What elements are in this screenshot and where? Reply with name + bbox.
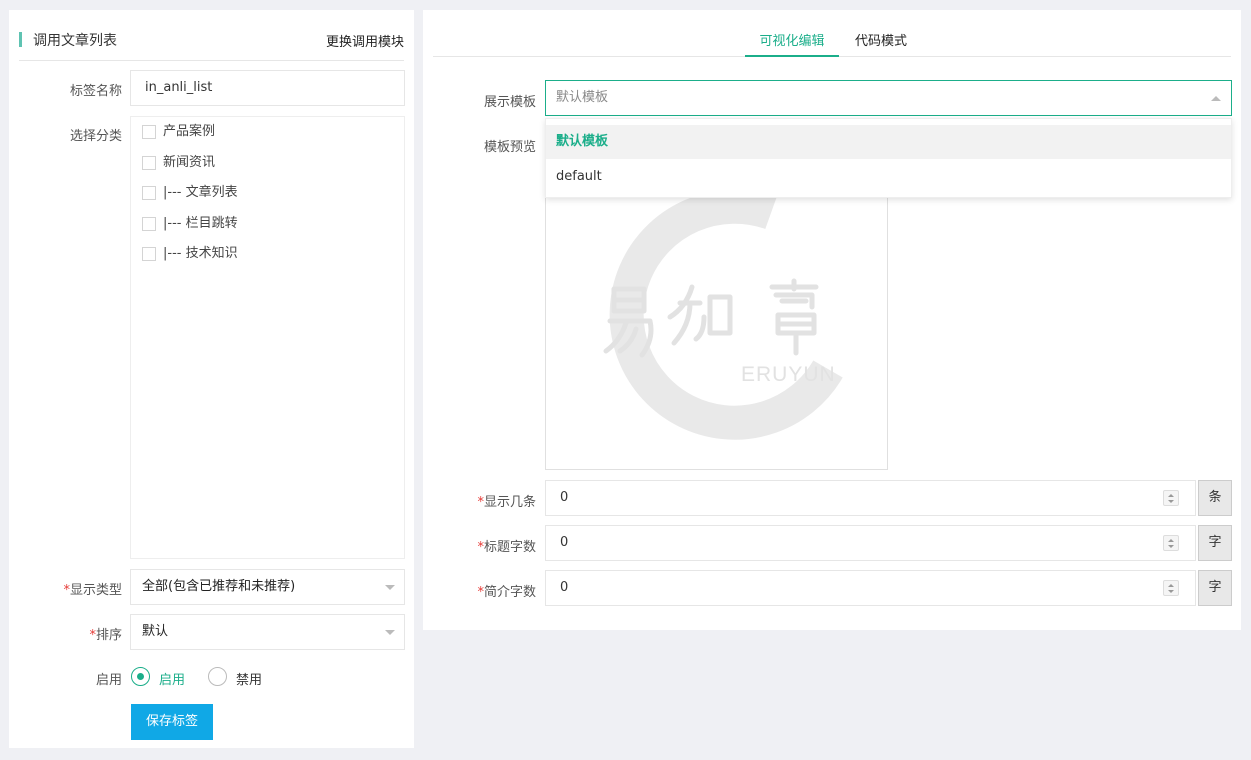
chevron-down-icon	[385, 585, 395, 590]
checkbox[interactable]	[142, 186, 156, 200]
header-accent-bar	[19, 32, 22, 47]
category-label: |--- 文章列表	[163, 185, 238, 200]
category-label: 选择分类	[69, 129, 122, 144]
intro-length-input[interactable]: 0	[545, 570, 1196, 606]
watermark-text: ERUYUN	[741, 363, 836, 386]
enable-label: 启用	[95, 673, 122, 688]
dropdown-option-default-template[interactable]: 默认模板	[546, 125, 1231, 159]
radio-label: 启用	[159, 673, 186, 688]
count-input[interactable]: 0	[545, 480, 1196, 516]
tag-name-label: 标签名称	[69, 84, 122, 99]
sort-select[interactable]: 默认	[130, 614, 405, 650]
template-placeholder: 默认模板	[556, 90, 609, 105]
checkbox[interactable]	[142, 125, 156, 139]
radio-disable[interactable]: 禁用	[208, 667, 268, 688]
tab-visual-edit[interactable]: 可视化编辑	[745, 30, 839, 57]
chevron-up-icon	[1211, 96, 1221, 101]
checkbox[interactable]	[142, 156, 156, 170]
category-list: 产品案例 新闻资讯 |--- 文章列表 |--- 栏目跳转 |--- 技术知识	[130, 116, 405, 559]
intro-length-unit: 字	[1198, 570, 1232, 606]
checkbox[interactable]	[142, 247, 156, 261]
radio-circle[interactable]	[131, 667, 150, 686]
display-type-select[interactable]: 全部(包含已推荐和未推荐)	[130, 569, 405, 605]
checkbox[interactable]	[142, 217, 156, 231]
count-unit: 条	[1198, 480, 1232, 516]
title-length-label: *标题字数	[477, 540, 536, 555]
dropdown-option-default[interactable]: default	[546, 160, 1231, 194]
category-label: 产品案例	[163, 124, 216, 139]
tab-bar: 可视化编辑 代码模式	[433, 30, 1231, 57]
save-tag-button[interactable]: 保存标签	[131, 704, 213, 740]
spinner-icon[interactable]	[1163, 490, 1179, 506]
radio-label: 禁用	[236, 673, 263, 688]
title-length-input[interactable]: 0	[545, 525, 1196, 561]
template-label: 展示模板	[483, 95, 536, 110]
display-type-label: *显示类型	[63, 583, 122, 598]
count-label: *显示几条	[477, 495, 536, 510]
template-select[interactable]: 默认模板	[545, 80, 1232, 116]
tab-code-mode[interactable]: 代码模式	[847, 30, 915, 57]
template-dropdown-menu: 默认模板 default	[545, 118, 1232, 198]
count-value: 0	[560, 490, 569, 505]
title-length-value: 0	[560, 535, 569, 550]
chevron-down-icon	[385, 630, 395, 635]
panel-title: 调用文章列表	[33, 33, 117, 49]
tag-name-input[interactable]: in_anli_list	[130, 70, 405, 106]
category-label: |--- 技术知识	[163, 246, 238, 261]
display-type-value: 全部(包含已推荐和未推荐)	[142, 579, 296, 594]
panel-header: 调用文章列表 更换调用模块	[19, 30, 404, 61]
category-label: |--- 栏目跳转	[163, 216, 238, 231]
intro-length-value: 0	[560, 580, 569, 595]
radio-circle[interactable]	[208, 667, 227, 686]
spinner-icon[interactable]	[1163, 535, 1179, 551]
switch-module-link[interactable]: 更换调用模块	[326, 31, 404, 50]
intro-length-label: *简介字数	[477, 585, 536, 600]
sort-value: 默认	[142, 624, 169, 639]
preview-label: 模板预览	[483, 140, 536, 155]
radio-enable[interactable]: 启用	[131, 667, 191, 688]
left-panel: 调用文章列表 更换调用模块 标签名称 in_anli_list 选择分类 产品案…	[9, 10, 414, 748]
sort-label: *排序	[89, 628, 122, 643]
spinner-icon[interactable]	[1163, 580, 1179, 596]
category-label: 新闻资讯	[163, 155, 216, 170]
title-length-unit: 字	[1198, 525, 1232, 561]
right-panel: 可视化编辑 代码模式 展示模板 默认模板 模板预览 ERUYUN 默认模板 de…	[423, 10, 1241, 630]
